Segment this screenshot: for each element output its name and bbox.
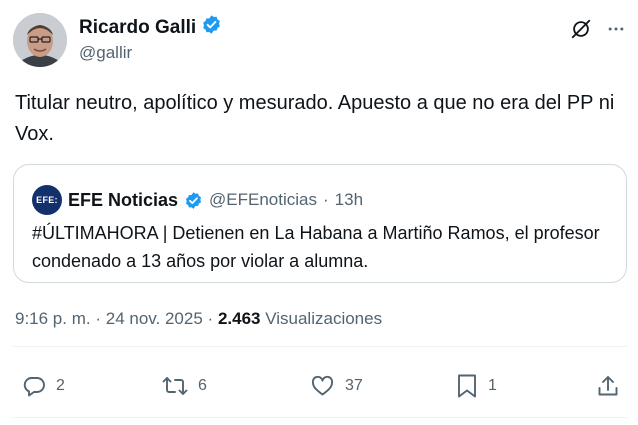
quoted-author-handle[interactable]: @EFEnoticias <box>209 190 317 210</box>
share-button[interactable] <box>597 372 619 400</box>
tweet-meta: 9:16 p. m. · 24 nov. 2025 · 2.463 Visual… <box>15 309 382 329</box>
reply-count: 2 <box>56 377 65 394</box>
quoted-text: #ÚLTIMAHORA | Detienen en La Habana a Ma… <box>32 223 600 271</box>
quoted-tweet[interactable]: EFE: EFE Noticias @EFEnoticias · 13h #ÚL… <box>13 164 627 283</box>
tweet-time[interactable]: 9:16 p. m. <box>15 309 91 328</box>
bookmark-count: 1 <box>488 377 497 394</box>
like-button[interactable]: 37 <box>310 372 363 400</box>
bookmark-icon <box>456 373 478 399</box>
like-count: 37 <box>345 377 363 394</box>
divider <box>13 346 627 347</box>
verified-badge-icon <box>201 14 222 41</box>
quoted-avatar[interactable]: EFE: <box>32 185 62 215</box>
views-label: Visualizaciones <box>265 309 383 328</box>
author-handle[interactable]: @gallir <box>79 43 132 63</box>
reply-button[interactable]: 2 <box>22 372 65 400</box>
quoted-time[interactable]: 13h <box>335 190 363 210</box>
avatar[interactable] <box>13 13 67 67</box>
quoted-separator: · <box>323 190 329 209</box>
bookmark-button[interactable]: 1 <box>456 372 497 400</box>
like-icon <box>310 374 335 398</box>
share-icon <box>597 374 619 398</box>
author-name[interactable]: Ricardo Galli <box>79 17 196 39</box>
verified-badge-icon <box>184 191 203 210</box>
divider <box>13 417 627 418</box>
avatar-image <box>13 13 67 67</box>
repost-icon <box>162 374 188 398</box>
quoted-author-name[interactable]: EFE Noticias <box>68 190 178 211</box>
meta-separator: · <box>95 309 102 328</box>
repost-count: 6 <box>198 377 207 394</box>
tweet-date[interactable]: 24 nov. 2025 <box>106 309 203 328</box>
grok-icon[interactable] <box>568 16 594 42</box>
meta-separator: · <box>207 309 214 328</box>
reply-icon <box>22 374 46 398</box>
views-count: 2.463 <box>217 309 261 328</box>
tweet-text: Titular neutro, apolítico y mesurado. Ap… <box>15 92 615 145</box>
author-name-row[interactable]: Ricardo Galli <box>79 14 222 41</box>
more-icon[interactable] <box>603 16 629 42</box>
quoted-header: EFE: EFE Noticias @EFEnoticias · 13h <box>32 185 363 215</box>
repost-button[interactable]: 6 <box>162 372 207 400</box>
